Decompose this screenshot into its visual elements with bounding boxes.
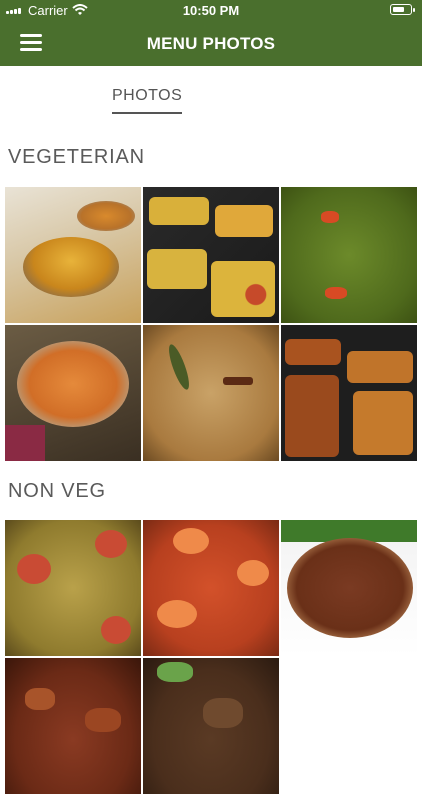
photo-curry-trays-2[interactable] <box>281 325 417 461</box>
photo-fish-curry[interactable] <box>5 520 141 656</box>
page-title: MENU PHOTOS <box>146 34 276 53</box>
photo-chicken-curry[interactable] <box>281 520 417 656</box>
status-bar: Carrier 10:50 PM <box>0 0 422 22</box>
photo-lamb-curry[interactable] <box>143 658 279 794</box>
vegetarian-photo-grid <box>5 187 417 461</box>
battery-icon <box>390 4 415 15</box>
photo-paneer-curry-pot[interactable] <box>5 325 141 461</box>
photo-rice-pilaf[interactable] <box>143 325 279 461</box>
tab-photos[interactable]: PHOTOS <box>112 87 183 114</box>
status-time: 10:50 PM <box>182 3 240 18</box>
photo-curry-trays[interactable] <box>143 187 279 323</box>
section-title-vegetarian: VEGETERIAN <box>8 146 145 168</box>
photo-shrimp-curry[interactable] <box>143 520 279 656</box>
photo-fried-meat[interactable] <box>5 658 141 794</box>
navigation-bar: MENU PHOTOS <box>0 22 422 66</box>
non-veg-photo-grid <box>5 520 417 794</box>
top-bar: Carrier 10:50 PM MENU PHOTOS <box>0 0 422 66</box>
photo-green-saag[interactable] <box>281 187 417 323</box>
section-title-non-veg: NON VEG <box>8 480 106 502</box>
tab-selected-indicator <box>112 112 182 114</box>
photo-dal-bowl[interactable] <box>5 187 141 323</box>
tab-photos-label: PHOTOS <box>112 87 183 104</box>
